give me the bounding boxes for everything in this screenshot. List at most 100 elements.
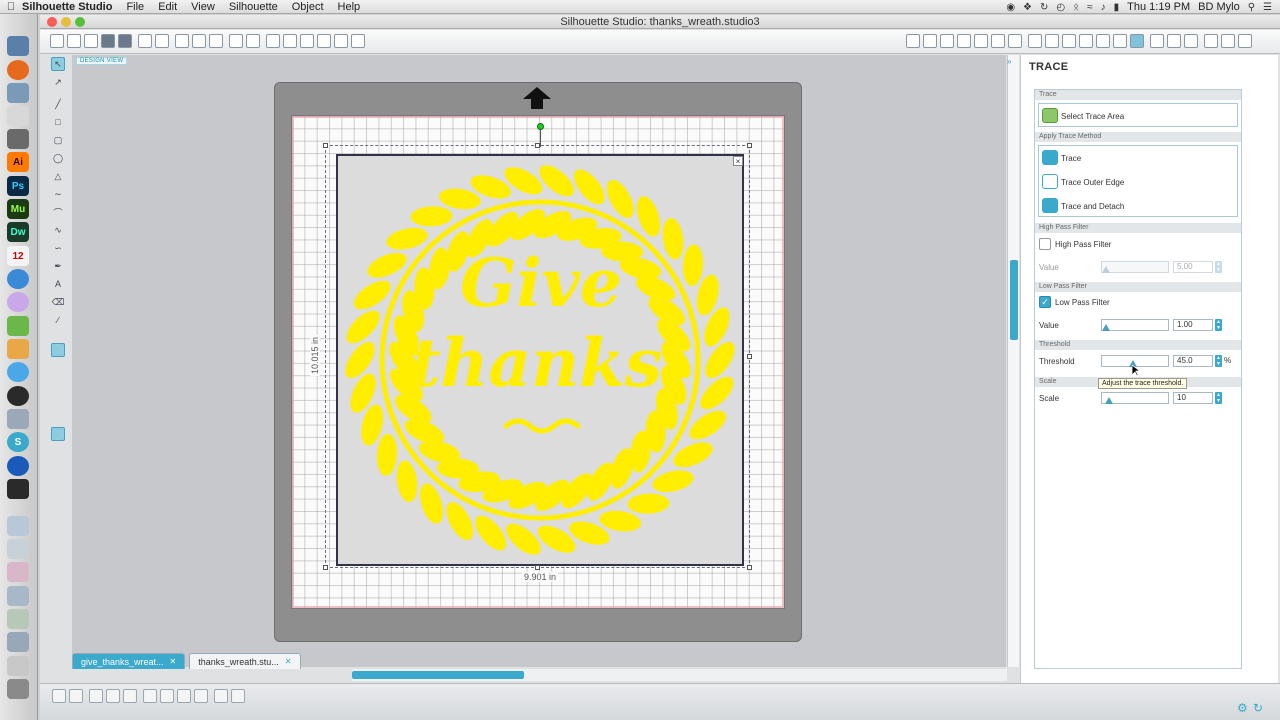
close-icon[interactable]: ✕ bbox=[285, 657, 292, 666]
muse-icon[interactable]: Mu bbox=[7, 199, 29, 219]
line-color-icon[interactable] bbox=[957, 34, 971, 48]
high-pass-checkbox[interactable] bbox=[1039, 238, 1051, 250]
copy-icon[interactable] bbox=[175, 34, 189, 48]
doc-tab[interactable]: give_thanks_wreat... ✕ bbox=[72, 653, 186, 669]
cut-settings-icon[interactable] bbox=[1184, 34, 1198, 48]
collapse-panel-icon[interactable]: » bbox=[1007, 57, 1011, 66]
menu-object[interactable]: Object bbox=[292, 1, 324, 13]
download-stack-icon[interactable] bbox=[7, 609, 29, 629]
open-icon[interactable] bbox=[67, 34, 81, 48]
time-machine-icon[interactable]: ◴ bbox=[1056, 2, 1065, 13]
cut-shape-icon[interactable] bbox=[160, 689, 174, 703]
pen-tool-icon[interactable]: ✒ bbox=[51, 259, 65, 273]
menu-file[interactable]: File bbox=[126, 1, 144, 13]
safari-icon[interactable] bbox=[7, 269, 29, 289]
print-icon[interactable] bbox=[138, 34, 152, 48]
mat-grid[interactable]: Give thanks × 9.901 in 10.015 in bbox=[291, 115, 785, 609]
rounded-rect-tool-icon[interactable]: ▢ bbox=[51, 133, 65, 147]
duplicate-icon[interactable] bbox=[177, 689, 191, 703]
offset-bottom-icon[interactable] bbox=[231, 689, 245, 703]
record-icon[interactable]: ◉ bbox=[1006, 2, 1015, 13]
clock[interactable]: Thu 1:19 PM bbox=[1127, 1, 1190, 13]
modify-icon[interactable] bbox=[1062, 34, 1076, 48]
menu-help[interactable]: Help bbox=[338, 1, 361, 13]
fit-to-page-icon[interactable] bbox=[351, 34, 365, 48]
rectangle-tool-icon[interactable]: □ bbox=[51, 115, 65, 129]
threshold-stepper[interactable]: ▲ ▼ bbox=[1215, 355, 1222, 367]
undo-icon[interactable] bbox=[229, 34, 243, 48]
store-tool-icon[interactable] bbox=[51, 379, 65, 393]
arc-tool-icon[interactable]: ⌒ bbox=[51, 205, 65, 219]
folder-stack-icon[interactable] bbox=[7, 586, 29, 606]
offset-icon[interactable] bbox=[1079, 34, 1093, 48]
trace-window-icon[interactable] bbox=[1130, 34, 1144, 48]
cut-icon[interactable] bbox=[209, 34, 223, 48]
bluetooth-icon[interactable]: ᛟ bbox=[1073, 2, 1079, 13]
scale-value-input[interactable]: 10 bbox=[1173, 392, 1213, 404]
gear-icon[interactable]: ⚙ bbox=[1237, 701, 1248, 715]
vertical-scrollbar[interactable] bbox=[1007, 55, 1019, 667]
text-style-icon[interactable] bbox=[991, 34, 1005, 48]
photoshop-icon[interactable]: Ps bbox=[7, 176, 29, 196]
trace-method-trace[interactable]: Trace bbox=[1039, 146, 1237, 170]
library-icon[interactable] bbox=[84, 34, 98, 48]
line-tool-icon[interactable]: ╱ bbox=[51, 97, 65, 111]
bring-to-front-icon[interactable] bbox=[123, 689, 137, 703]
redo-icon[interactable] bbox=[246, 34, 260, 48]
zoom-out-icon[interactable] bbox=[300, 34, 314, 48]
illustrator-icon[interactable]: Ai bbox=[7, 152, 29, 172]
refresh-icon[interactable]: ↻ bbox=[1253, 701, 1263, 715]
group-icon[interactable] bbox=[52, 689, 66, 703]
low-pass-value-input[interactable]: 1.00 bbox=[1173, 319, 1213, 331]
knife-tool-icon[interactable]: ∕ bbox=[51, 313, 65, 327]
line-style-icon[interactable] bbox=[974, 34, 988, 48]
select-tool-icon[interactable]: ↖ bbox=[51, 57, 65, 71]
drag-zoom-icon[interactable] bbox=[334, 34, 348, 48]
low-pass-checkbox-row[interactable]: ✓ Low Pass Filter bbox=[1039, 294, 1110, 310]
replicate-icon[interactable] bbox=[1045, 34, 1059, 48]
pan-icon[interactable] bbox=[266, 34, 280, 48]
transform-icon[interactable] bbox=[1028, 34, 1042, 48]
freehand-tool-icon[interactable]: ∿ bbox=[51, 223, 65, 237]
grid-view-icon[interactable] bbox=[51, 427, 65, 441]
file-stack-icon[interactable] bbox=[7, 539, 29, 559]
volume-icon[interactable]: ♪ bbox=[1101, 2, 1106, 13]
store-icon[interactable] bbox=[1221, 34, 1235, 48]
trace-method-outer-edge[interactable]: Trace Outer Edge bbox=[1039, 170, 1237, 194]
gradient-icon[interactable] bbox=[923, 34, 937, 48]
close-icon[interactable]: × bbox=[733, 156, 743, 166]
save-to-library-icon[interactable] bbox=[118, 34, 132, 48]
release-compound-icon[interactable] bbox=[106, 689, 120, 703]
close-icon[interactable]: ✕ bbox=[170, 657, 177, 666]
apple-icon[interactable]:  bbox=[0, 1, 22, 13]
library-tool-icon[interactable] bbox=[51, 361, 65, 375]
fill-pattern-icon[interactable] bbox=[940, 34, 954, 48]
make-compound-icon[interactable] bbox=[89, 689, 103, 703]
low-pass-stepper[interactable]: ▲ ▼ bbox=[1215, 319, 1222, 331]
calendar-icon[interactable]: 12 bbox=[7, 246, 29, 266]
doc-tab[interactable]: thanks_wreath.stu... ✕ bbox=[189, 653, 301, 669]
low-pass-checkbox[interactable]: ✓ bbox=[1039, 296, 1051, 308]
trace-toolbar-icon[interactable] bbox=[1096, 34, 1110, 48]
print-cut-icon[interactable] bbox=[155, 34, 169, 48]
resize-handle-t[interactable] bbox=[535, 143, 540, 148]
notification-center-icon[interactable]: ☰ bbox=[1263, 2, 1272, 13]
align-icon[interactable] bbox=[1113, 34, 1127, 48]
resize-handle-br[interactable] bbox=[747, 565, 752, 570]
menu-silhouette[interactable]: Silhouette bbox=[229, 1, 278, 13]
smooth-freehand-icon[interactable]: ∽ bbox=[51, 241, 65, 255]
low-pass-slider[interactable] bbox=[1101, 319, 1169, 331]
silhouette-studio-icon[interactable]: S bbox=[7, 432, 29, 452]
scale-slider[interactable] bbox=[1101, 392, 1169, 404]
pictures-stack-icon[interactable] bbox=[7, 632, 29, 652]
eraser-tool-icon[interactable]: ⌫ bbox=[51, 295, 65, 309]
horizontal-scrollbar[interactable] bbox=[352, 669, 1007, 681]
scale-stepper[interactable]: ▲ ▼ bbox=[1215, 392, 1222, 404]
menu-edit[interactable]: Edit bbox=[158, 1, 177, 13]
select-trace-area-button[interactable]: Select Trace Area bbox=[1038, 103, 1238, 127]
resize-handle-tl[interactable] bbox=[323, 143, 328, 148]
zoom-in-icon[interactable] bbox=[283, 34, 297, 48]
battery-icon[interactable]: ▮ bbox=[1114, 2, 1120, 13]
image-stack-icon[interactable] bbox=[7, 562, 29, 582]
threshold-value-input[interactable]: 45.0 bbox=[1173, 355, 1213, 367]
